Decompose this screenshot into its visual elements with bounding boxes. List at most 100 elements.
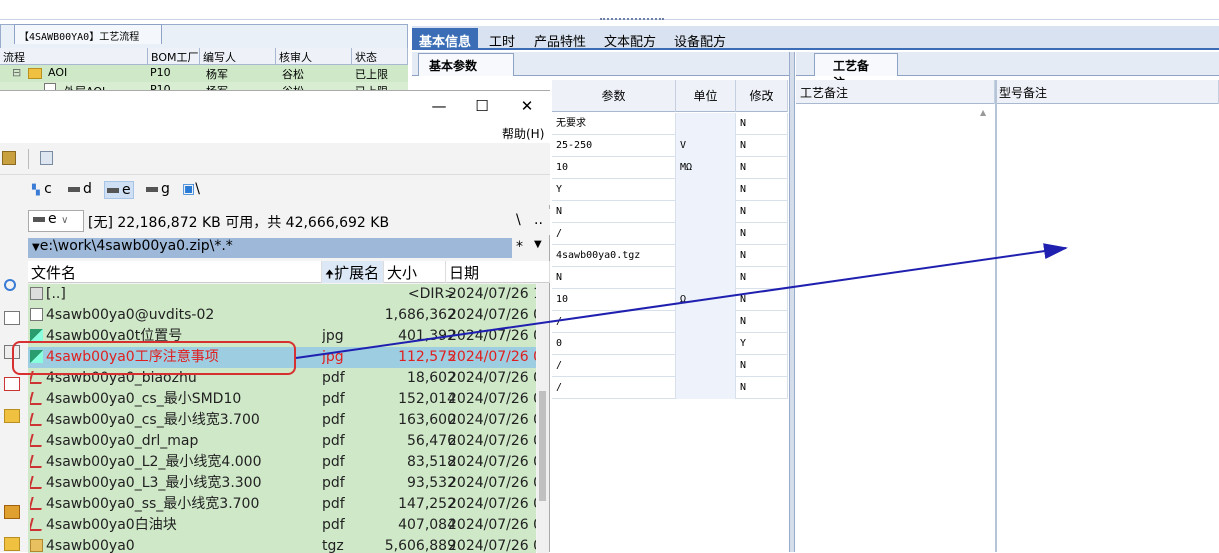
menu-help[interactable]: 帮助(H) [502, 125, 544, 142]
param-row[interactable]: 无要求 N [552, 113, 788, 135]
path-bar[interactable]: ▼e:\work\4sawb00ya0.zip\*.* [28, 238, 512, 258]
file-row[interactable]: 4sawb00ya0_cs_最小SMD10 pdf 152,014 2024/07/2… [28, 389, 536, 410]
col-reviewer[interactable]: 核审人 [276, 48, 352, 65]
param-unit-cell[interactable] [676, 377, 736, 399]
param-modify-cell[interactable]: N [736, 113, 788, 135]
param-unit-cell[interactable]: V [676, 135, 736, 157]
file-row[interactable]: 4sawb00ya0_cs_最小线宽3.700 pdf 163,600 2024/07… [28, 410, 536, 431]
notes-body[interactable] [796, 104, 1219, 552]
param-row[interactable]: / N [552, 223, 788, 245]
param-value-cell[interactable]: 无要求 [552, 113, 676, 135]
param-row[interactable]: 4sawb00ya0.tgz N [552, 245, 788, 267]
filter-button[interactable]: * [516, 239, 523, 255]
param-modify-cell[interactable]: N [736, 135, 788, 157]
param-unit-cell[interactable] [676, 333, 736, 355]
param-modify-cell[interactable]: N [736, 311, 788, 333]
file-row[interactable]: 4sawb00ya0_ss_最小线宽3.700 pdf 147,252 2024/07… [28, 494, 536, 515]
param-row[interactable]: 25-250 V N [552, 135, 788, 157]
splitter-grip[interactable] [600, 18, 664, 24]
param-row[interactable]: 10 Ω N [552, 289, 788, 311]
process-tree-tab[interactable]: 【4SAWB00YA0】工艺流程 [14, 24, 162, 44]
minimize-button[interactable]: — [424, 95, 454, 117]
param-unit-cell[interactable] [676, 223, 736, 245]
col-date[interactable]: 日期 [446, 261, 550, 283]
param-value-cell[interactable]: / [552, 311, 676, 333]
col-param[interactable]: 参数 [552, 80, 676, 112]
tab-process-notes[interactable]: 工艺备注 [814, 53, 898, 90]
param-value-cell[interactable]: Y [552, 179, 676, 201]
param-modify-cell[interactable]: Y [736, 333, 788, 355]
param-row[interactable]: / N [552, 377, 788, 399]
scroll-up-icon[interactable]: ▲ [980, 108, 992, 118]
param-row[interactable]: YN [552, 179, 788, 201]
search-icon[interactable] [4, 279, 16, 291]
notepad-icon[interactable] [40, 151, 53, 165]
pack-files-icon[interactable] [2, 151, 16, 165]
file-row[interactable]: 4sawb00ya0_L2_最小线宽4.000 pdf 83,518 2024/07/… [28, 452, 536, 473]
tab-text-recipe[interactable]: 文本配方 [597, 28, 663, 50]
param-unit-cell[interactable] [676, 355, 736, 377]
tree-row[interactable]: ⊟ AOI P10 杨军 谷松 已上限 [0, 65, 408, 82]
history-dropdown-icon[interactable]: ▼ [32, 242, 40, 253]
file-row[interactable]: 4sawb00ya0白油块 pdf 407,084 2024/07/26 0 [28, 515, 536, 536]
tab-product-features[interactable]: 产品特性 [527, 28, 593, 50]
param-unit-cell[interactable] [676, 113, 736, 135]
drive-e-button[interactable]: e [104, 181, 134, 199]
param-modify-cell[interactable]: N [736, 289, 788, 311]
scrollbar-thumb[interactable] [539, 391, 546, 501]
drive-g-button[interactable]: g [146, 181, 170, 197]
param-value-cell[interactable]: / [552, 355, 676, 377]
param-value-cell[interactable]: 10 [552, 289, 676, 311]
col-file-name[interactable]: 文件名 [28, 261, 322, 283]
param-modify-cell[interactable]: N [736, 179, 788, 201]
param-modify-cell[interactable]: N [736, 223, 788, 245]
param-row[interactable]: 10 MΩ N [552, 157, 788, 179]
drive-select[interactable]: e ∨ [28, 210, 84, 232]
archive-tool-icon[interactable] [4, 505, 20, 519]
root-dir-button[interactable]: \ [516, 212, 521, 228]
param-unit-cell[interactable] [676, 311, 736, 333]
col-status[interactable]: 状态 [352, 48, 408, 65]
param-value-cell[interactable]: 25-250 [552, 135, 676, 157]
folder-config-icon[interactable] [4, 537, 20, 551]
param-unit-cell[interactable]: MΩ [676, 157, 736, 179]
param-value-cell[interactable]: 10 [552, 157, 676, 179]
tab-equipment-recipe[interactable]: 设备配方 [667, 28, 733, 50]
maximize-button[interactable]: ☐ [467, 95, 497, 117]
param-value-cell[interactable]: 0 [552, 333, 676, 355]
param-row[interactable]: 0Y [552, 333, 788, 355]
col-process-notes[interactable]: 工艺备注 [796, 80, 995, 104]
edit-file-icon[interactable] [4, 311, 20, 325]
network-root-button[interactable]: ▣\ [182, 181, 200, 197]
param-row[interactable]: / N [552, 311, 788, 333]
param-unit-cell[interactable] [676, 201, 736, 223]
col-process[interactable]: 流程 [0, 48, 148, 65]
param-value-cell[interactable]: N [552, 201, 676, 223]
tab-basic-info[interactable]: 基本信息 [412, 28, 479, 50]
drive-d-button[interactable]: d [68, 181, 92, 197]
col-model-notes[interactable]: 型号备注 [995, 80, 1219, 104]
col-size[interactable]: 大小 [384, 261, 446, 283]
param-value-cell[interactable]: N [552, 267, 676, 289]
param-modify-cell[interactable]: N [736, 201, 788, 223]
close-button[interactable]: ✕ [512, 95, 542, 117]
caret-down-icon[interactable]: ▼ [534, 239, 542, 250]
file-row[interactable]: 4sawb00ya0_L3_最小线宽3.300 pdf 93,532 2024/07/… [28, 473, 536, 494]
parent-dir-button[interactable]: .. [534, 212, 543, 228]
param-value-cell[interactable]: / [552, 377, 676, 399]
param-row[interactable]: NN [552, 267, 788, 289]
tab-work-hours[interactable]: 工时 [482, 28, 522, 50]
param-modify-cell[interactable]: N [736, 245, 788, 267]
param-row[interactable]: / N [552, 355, 788, 377]
col-extension[interactable]: 🠉扩展名 [322, 261, 384, 283]
param-value-cell[interactable]: 4sawb00ya0.tgz [552, 245, 676, 267]
param-value-cell[interactable]: / [552, 223, 676, 245]
col-bom-factory[interactable]: BOM工厂 [148, 48, 200, 65]
param-unit-cell[interactable] [676, 267, 736, 289]
panel-splitter[interactable] [789, 52, 795, 552]
file-row[interactable]: 4sawb00ya0_drl_map pdf 56,476 2024/07/26 0 [28, 431, 536, 452]
new-folder-icon[interactable] [4, 409, 20, 423]
col-modify[interactable]: 修改 [736, 80, 788, 112]
col-unit[interactable]: 单位 [676, 80, 736, 112]
drive-c-button[interactable]: ▚ c [32, 181, 52, 197]
